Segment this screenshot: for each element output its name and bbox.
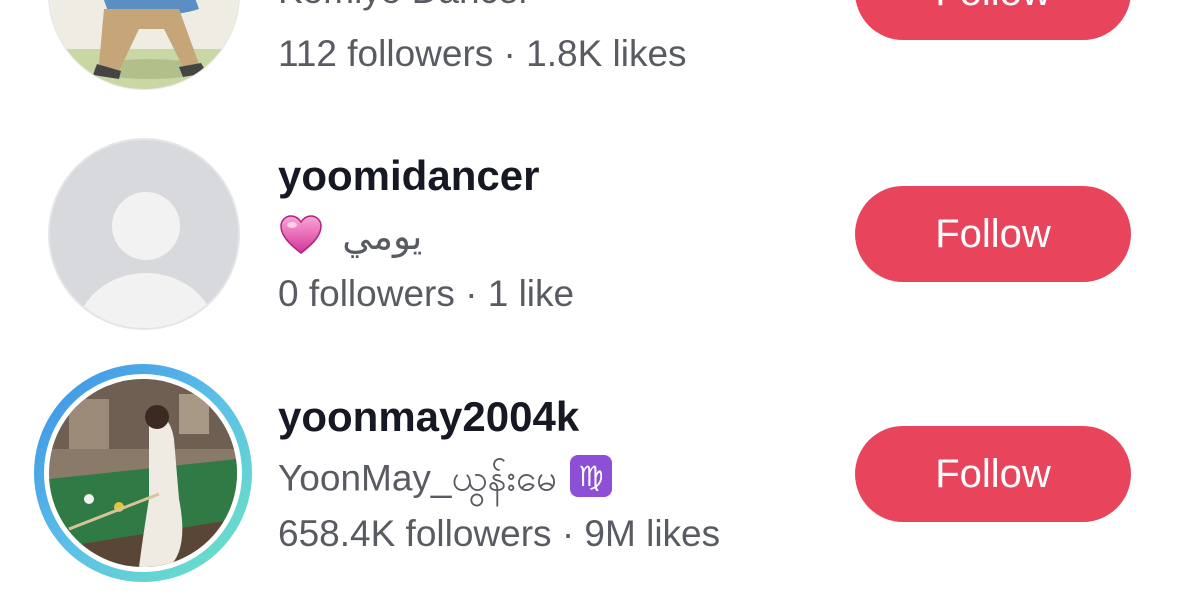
avatar[interactable] <box>48 0 240 90</box>
user-row-yoomidancer[interactable]: yoomidancer يومي 0 followers · 1 like Fo… <box>0 90 1179 330</box>
default-avatar[interactable] <box>48 138 240 330</box>
user-nickname: Komiyo Dancer <box>278 0 531 12</box>
avatar-photo <box>49 379 237 567</box>
user-row-komiyo[interactable]: Komiyo Dancer 112 followers · 1.8K likes… <box>0 0 1179 90</box>
user-stats: 112 followers · 1.8K likes <box>278 33 687 74</box>
user-nickname-line: YoonMay_ယွန်းမေ ♍ <box>278 454 613 509</box>
avatar-story-ring[interactable] <box>34 364 252 582</box>
heart-emoji-icon <box>278 212 324 267</box>
virgo-emoji-icon: ♍ <box>569 454 613 507</box>
user-nickname: YoonMay_ယွန်းမေ <box>278 457 558 499</box>
username: yoomidancer <box>278 152 540 199</box>
user-stats: 658.4K followers · 9M likes <box>278 513 721 554</box>
person-placeholder-icon <box>76 192 216 328</box>
user-nickname-line: يومي <box>278 212 422 267</box>
user-nickname: يومي <box>342 216 423 258</box>
username: yoonmay2004k <box>278 393 580 440</box>
follow-button[interactable]: Follow <box>855 0 1131 40</box>
svg-text:♍: ♍ <box>579 460 604 493</box>
user-stats: 0 followers · 1 like <box>278 273 575 314</box>
avatar-photo <box>49 0 239 89</box>
follow-button[interactable]: Follow <box>855 186 1131 282</box>
user-row-yoonmay2004k[interactable]: yoonmay2004k YoonMay_ယွန်းမေ ♍ 658.4K fo… <box>0 330 1179 582</box>
follow-button[interactable]: Follow <box>855 426 1131 522</box>
